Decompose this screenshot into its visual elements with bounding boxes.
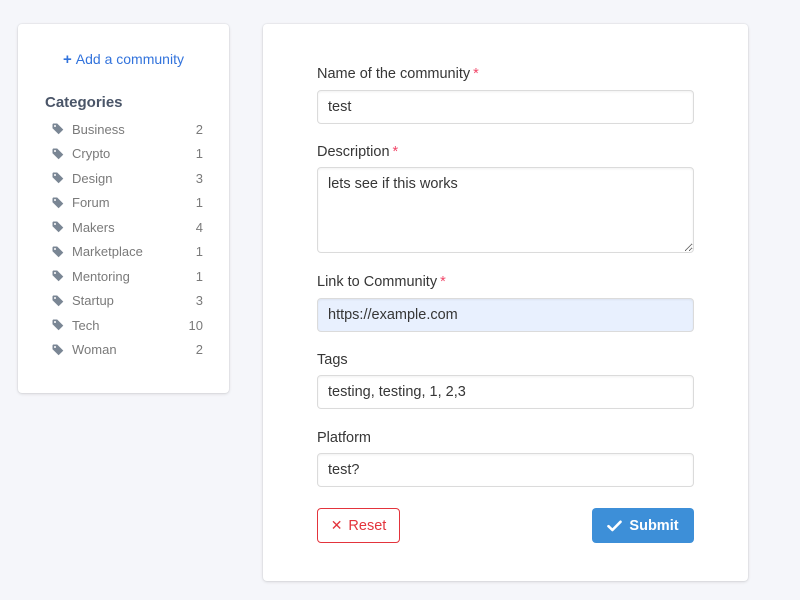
category-item[interactable]: Tech 10	[52, 313, 203, 338]
category-count: 1	[195, 268, 203, 284]
category-item[interactable]: Mentoring 1	[52, 264, 203, 289]
link-input[interactable]	[317, 298, 694, 332]
platform-input[interactable]	[317, 453, 694, 487]
category-item[interactable]: Startup 3	[52, 289, 203, 314]
tag-icon	[52, 172, 64, 184]
name-field-label: Name of the community *	[317, 66, 479, 82]
name-label-text: Name of the community	[317, 66, 471, 82]
description-textarea[interactable]: lets see if this works	[317, 167, 694, 253]
category-item[interactable]: Forum 1	[52, 191, 203, 216]
category-label: Woman	[72, 342, 117, 358]
tag-icon	[52, 197, 64, 209]
category-label: Design	[72, 170, 113, 186]
submit-button[interactable]: Submit	[592, 508, 694, 543]
tag-icon	[52, 295, 64, 307]
tag-icon	[52, 148, 64, 160]
category-item[interactable]: Woman 2	[52, 338, 203, 363]
close-icon: ✕	[330, 517, 343, 533]
category-count: 1	[195, 244, 203, 260]
tag-icon	[52, 344, 64, 356]
category-label: Startup	[72, 293, 114, 309]
add-community-link[interactable]: + Add a community	[18, 51, 229, 68]
category-label: Forum	[72, 195, 110, 211]
tags-field-label: Tags	[317, 352, 348, 368]
link-label-text: Link to Community	[317, 274, 438, 290]
category-count: 3	[195, 170, 203, 186]
plus-icon: +	[63, 51, 72, 68]
category-count: 1	[195, 195, 203, 211]
categories-sidebar: + Add a community Categories Business 2 C…	[18, 24, 229, 393]
category-count: 1	[195, 146, 203, 162]
add-community-label: Add a community	[75, 51, 184, 67]
required-mark: *	[473, 66, 479, 82]
category-item[interactable]: Crypto 1	[52, 142, 203, 167]
category-item[interactable]: Business 2	[52, 117, 203, 142]
category-list: Business 2 Crypto 1 Design 3 Forum 1 Mak…	[52, 117, 203, 362]
tag-icon	[52, 319, 64, 331]
submit-label: Submit	[629, 517, 679, 534]
tag-icon	[52, 270, 64, 282]
category-count: 4	[195, 219, 203, 235]
category-count: 2	[195, 342, 203, 358]
tag-icon	[52, 221, 64, 233]
name-input[interactable]	[317, 90, 694, 124]
category-item[interactable]: Makers 4	[52, 215, 203, 240]
category-label: Crypto	[72, 146, 111, 162]
category-count: 3	[195, 293, 203, 309]
category-item[interactable]: Design 3	[52, 166, 203, 191]
reset-label: Reset	[348, 517, 387, 534]
category-label: Marketplace	[72, 244, 143, 260]
platform-field-label: Platform	[317, 430, 371, 446]
add-community-form: Name of the community* Description* lets…	[263, 24, 748, 581]
category-label: Business	[72, 121, 125, 137]
description-field-label: Description *	[317, 144, 398, 160]
tag-icon	[52, 123, 64, 135]
category-item[interactable]: Marketplace 1	[52, 240, 203, 265]
reset-button[interactable]: ✕ Reset	[317, 508, 400, 543]
category-label: Mentoring	[72, 268, 130, 284]
tag-icon	[52, 246, 64, 258]
link-field-label: Link to Community *	[317, 274, 446, 290]
description-label-text: Description	[317, 144, 390, 160]
category-label: Tech	[72, 317, 100, 333]
category-count: 10	[188, 317, 203, 333]
required-mark: *	[440, 274, 446, 290]
tags-input[interactable]	[317, 375, 694, 409]
category-count: 2	[195, 121, 203, 137]
required-mark: *	[392, 144, 399, 160]
check-icon	[607, 520, 623, 532]
category-label: Makers	[72, 219, 115, 235]
categories-title: Categories	[45, 94, 123, 111]
